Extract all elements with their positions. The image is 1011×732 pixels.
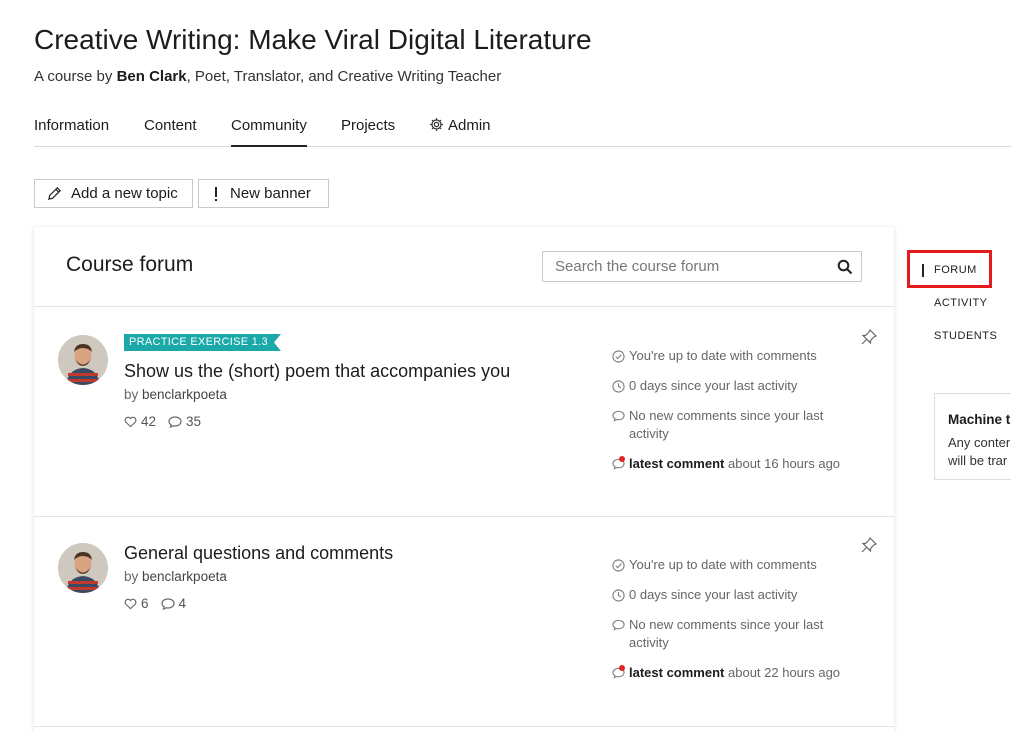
tab-information[interactable]: Information <box>34 117 109 145</box>
comments-count: 4 <box>178 596 187 611</box>
comment-icon <box>168 415 182 428</box>
status-no-new-comments: No new comments since your last activity <box>612 407 852 443</box>
exclamation-icon <box>215 186 217 201</box>
topic-author-by: by <box>124 387 139 402</box>
machine-translation-card: Machine t Any conter will be trar <box>934 393 1011 480</box>
heart-icon[interactable] <box>124 416 137 428</box>
pencil-icon <box>48 187 61 200</box>
course-author[interactable]: Ben Clark <box>117 68 187 85</box>
avatar[interactable] <box>58 543 108 593</box>
status-uptodate: You're up to date with comments <box>612 347 852 365</box>
course-byline: A course by Ben Clark, Poet, Translator,… <box>34 68 501 85</box>
tab-community[interactable]: Community <box>231 117 307 147</box>
status-days: 0 days since your last activity <box>612 586 852 604</box>
add-topic-label: Add a new topic <box>71 185 178 202</box>
latest-comment-link[interactable]: latest comment <box>629 456 724 471</box>
topic-stats: 42 35 <box>124 414 201 429</box>
comment-icon <box>612 619 625 631</box>
byline-prefix: A course by <box>34 68 113 85</box>
pin-icon[interactable] <box>860 536 878 554</box>
notification-dot <box>619 456 625 462</box>
status-latest-comment: latest comment about 22 hours ago <box>612 664 852 682</box>
comment-icon <box>612 410 625 422</box>
forum-topic[interactable]: General questions and comments by bencla… <box>34 517 894 727</box>
tab-admin[interactable]: Admin <box>429 117 491 145</box>
topic-title[interactable]: Show us the (short) poem that accompanie… <box>124 361 510 382</box>
tab-projects[interactable]: Projects <box>341 117 395 145</box>
tab-content[interactable]: Content <box>144 117 197 145</box>
active-indicator <box>922 264 924 277</box>
topic-author-name[interactable]: benclarkpoeta <box>142 387 227 402</box>
status-days: 0 days since your last activity <box>612 377 852 395</box>
heart-icon[interactable] <box>124 598 137 610</box>
clock-icon <box>612 589 625 602</box>
machine-translation-title: Machine t <box>948 412 1011 427</box>
forum-search-input[interactable] <box>555 253 835 280</box>
status-uptodate: You're up to date with comments <box>612 556 852 574</box>
likes-count: 6 <box>141 596 149 611</box>
forum-search <box>542 251 862 282</box>
forum-panel: Course forum PRACTICE EXERCISE 1.3 Show … <box>34 227 894 732</box>
check-circle-icon <box>612 350 625 363</box>
course-title: Creative Writing: Make Viral Digital Lit… <box>34 24 592 55</box>
topic-author-by: by <box>124 569 139 584</box>
topic-status-list: You're up to date with comments 0 days s… <box>612 556 852 694</box>
forum-header: Course forum <box>34 227 894 307</box>
machine-translation-body: Any conter will be trar <box>948 435 1011 468</box>
latest-comment-link[interactable]: latest comment <box>629 665 724 680</box>
topic-author: by benclarkpoeta <box>124 569 227 584</box>
clock-icon <box>612 380 625 393</box>
check-circle-icon <box>612 559 625 572</box>
notification-dot <box>619 665 625 671</box>
topic-status-list: You're up to date with comments 0 days s… <box>612 347 852 485</box>
search-icon[interactable] <box>837 259 853 275</box>
side-nav-activity[interactable]: ACTIVITY <box>934 297 988 309</box>
new-banner-button[interactable]: New banner <box>198 179 329 208</box>
topic-title[interactable]: General questions and comments <box>124 543 393 564</box>
topic-badge: PRACTICE EXERCISE 1.3 <box>124 334 281 351</box>
forum-topic[interactable]: PRACTICE EXERCISE 1.3 Show us the (short… <box>34 307 894 517</box>
tab-admin-label: Admin <box>448 117 491 134</box>
comment-icon <box>160 597 175 610</box>
add-topic-button[interactable]: Add a new topic <box>34 179 193 208</box>
topic-stats: 6 4 <box>124 596 186 611</box>
status-no-new-comments: No new comments since your last activity <box>612 616 852 652</box>
status-latest-comment: latest comment about 16 hours ago <box>612 455 852 473</box>
comments-count: 35 <box>186 414 202 429</box>
pin-icon[interactable] <box>860 328 878 346</box>
new-banner-label: New banner <box>230 185 311 202</box>
forum-title: Course forum <box>66 253 194 276</box>
avatar[interactable] <box>58 335 108 385</box>
likes-count: 42 <box>141 414 157 429</box>
side-nav-forum[interactable]: FORUM <box>934 264 977 276</box>
topic-author-name[interactable]: benclarkpoeta <box>142 569 227 584</box>
author-roles: , Poet, Translator, and Creative Writing… <box>186 68 502 85</box>
course-tabs: Information Content Community Projects A… <box>34 117 1011 147</box>
side-nav-students[interactable]: STUDENTS <box>934 330 997 342</box>
gear-icon <box>430 118 443 131</box>
topic-author: by benclarkpoeta <box>124 387 227 402</box>
